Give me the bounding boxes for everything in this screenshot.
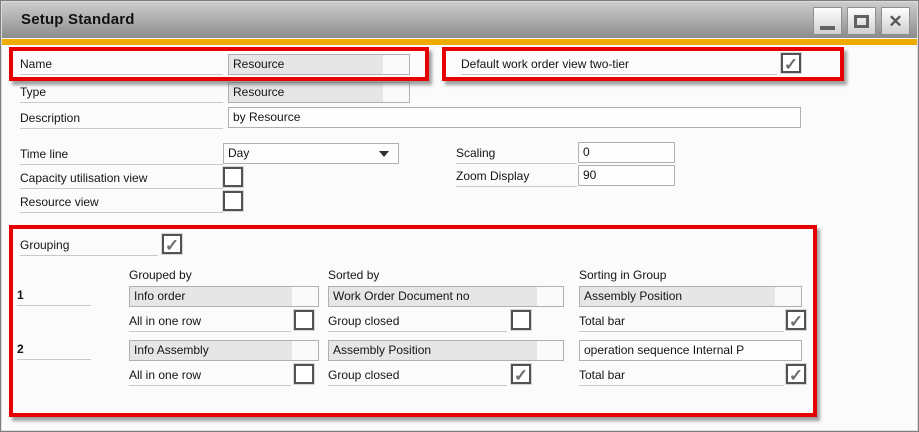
minimize-button[interactable] <box>813 7 842 35</box>
timeline-dropdown[interactable]: Day <box>223 143 399 164</box>
grouping-checkbox[interactable]: ✓ <box>162 234 182 254</box>
page-title: Setup Standard <box>21 11 135 28</box>
minimize-icon <box>820 26 835 30</box>
row1-group-closed-label: Group closed <box>328 311 507 332</box>
row1-grouped-by-field[interactable]: Info order <box>129 286 319 307</box>
scaling-field[interactable]: 0 <box>578 142 675 163</box>
row2-all-in-one-row-checkbox[interactable] <box>294 364 314 384</box>
setup-standard-dialog: Setup Standard ✕ Name Resource Default w… <box>0 0 919 432</box>
row1-group-closed-checkbox[interactable] <box>511 310 531 330</box>
check-icon: ✓ <box>789 368 803 383</box>
row2-all-in-one-row-label: All in one row <box>129 365 291 386</box>
check-icon: ✓ <box>789 314 803 329</box>
resource-view-checkbox[interactable] <box>223 191 243 211</box>
row1-sorted-by-field[interactable]: Work Order Document no <box>328 286 564 307</box>
row2-group-closed-checkbox[interactable]: ✓ <box>511 364 531 384</box>
check-icon: ✓ <box>784 57 798 72</box>
timeline-value: Day <box>228 146 249 160</box>
default-two-tier-checkbox[interactable]: ✓ <box>781 53 801 73</box>
row2-grouped-by-field[interactable]: Info Assembly <box>129 340 319 361</box>
capacity-view-checkbox[interactable] <box>223 167 243 187</box>
group-row-number: 1 <box>17 285 91 306</box>
grouped-by-header: Grouped by <box>129 268 192 286</box>
chevron-down-icon <box>379 151 389 157</box>
close-button[interactable]: ✕ <box>881 7 910 35</box>
row2-sorting-in-group-field[interactable]: operation sequence Internal P <box>579 340 802 361</box>
check-icon: ✓ <box>165 238 179 253</box>
close-icon: ✕ <box>888 13 902 30</box>
zoom-display-field[interactable]: 90 <box>578 165 675 186</box>
type-field[interactable]: Resource <box>228 82 410 103</box>
name-field[interactable]: Resource <box>228 54 410 75</box>
check-icon: ✓ <box>514 368 528 383</box>
row2-total-bar-checkbox[interactable]: ✓ <box>786 364 806 384</box>
row2-sorted-by-field[interactable]: Assembly Position <box>328 340 564 361</box>
row1-total-bar-label: Total bar <box>579 311 784 332</box>
grouping-label: Grouping <box>20 235 158 256</box>
scaling-label: Scaling <box>456 143 577 164</box>
row2-total-bar-label: Total bar <box>579 365 784 386</box>
maximize-button[interactable] <box>847 7 876 35</box>
group-row-number: 2 <box>17 339 91 360</box>
row1-all-in-one-row-checkbox[interactable] <box>294 310 314 330</box>
sorting-in-group-header: Sorting in Group <box>579 268 666 286</box>
description-label: Description <box>20 108 223 129</box>
row2-group-closed-label: Group closed <box>328 365 507 386</box>
row1-total-bar-checkbox[interactable]: ✓ <box>786 310 806 330</box>
row1-all-in-one-row-label: All in one row <box>129 311 291 332</box>
name-label: Name <box>20 54 223 75</box>
sorted-by-header: Sorted by <box>328 268 379 286</box>
default-two-tier-label: Default work order view two-tier <box>461 54 777 75</box>
zoom-display-label: Zoom Display <box>456 166 577 187</box>
row1-sorting-in-group-field[interactable]: Assembly Position <box>579 286 802 307</box>
resource-view-label: Resource view <box>20 192 223 213</box>
accent-bar <box>2 39 917 46</box>
type-label: Type <box>20 82 223 103</box>
capacity-view-label: Capacity utilisation view <box>20 168 223 189</box>
maximize-icon <box>854 15 869 28</box>
timeline-label: Time line <box>20 144 223 165</box>
description-field[interactable]: by Resource <box>228 107 801 128</box>
title-bar[interactable]: Setup Standard <box>2 2 917 39</box>
